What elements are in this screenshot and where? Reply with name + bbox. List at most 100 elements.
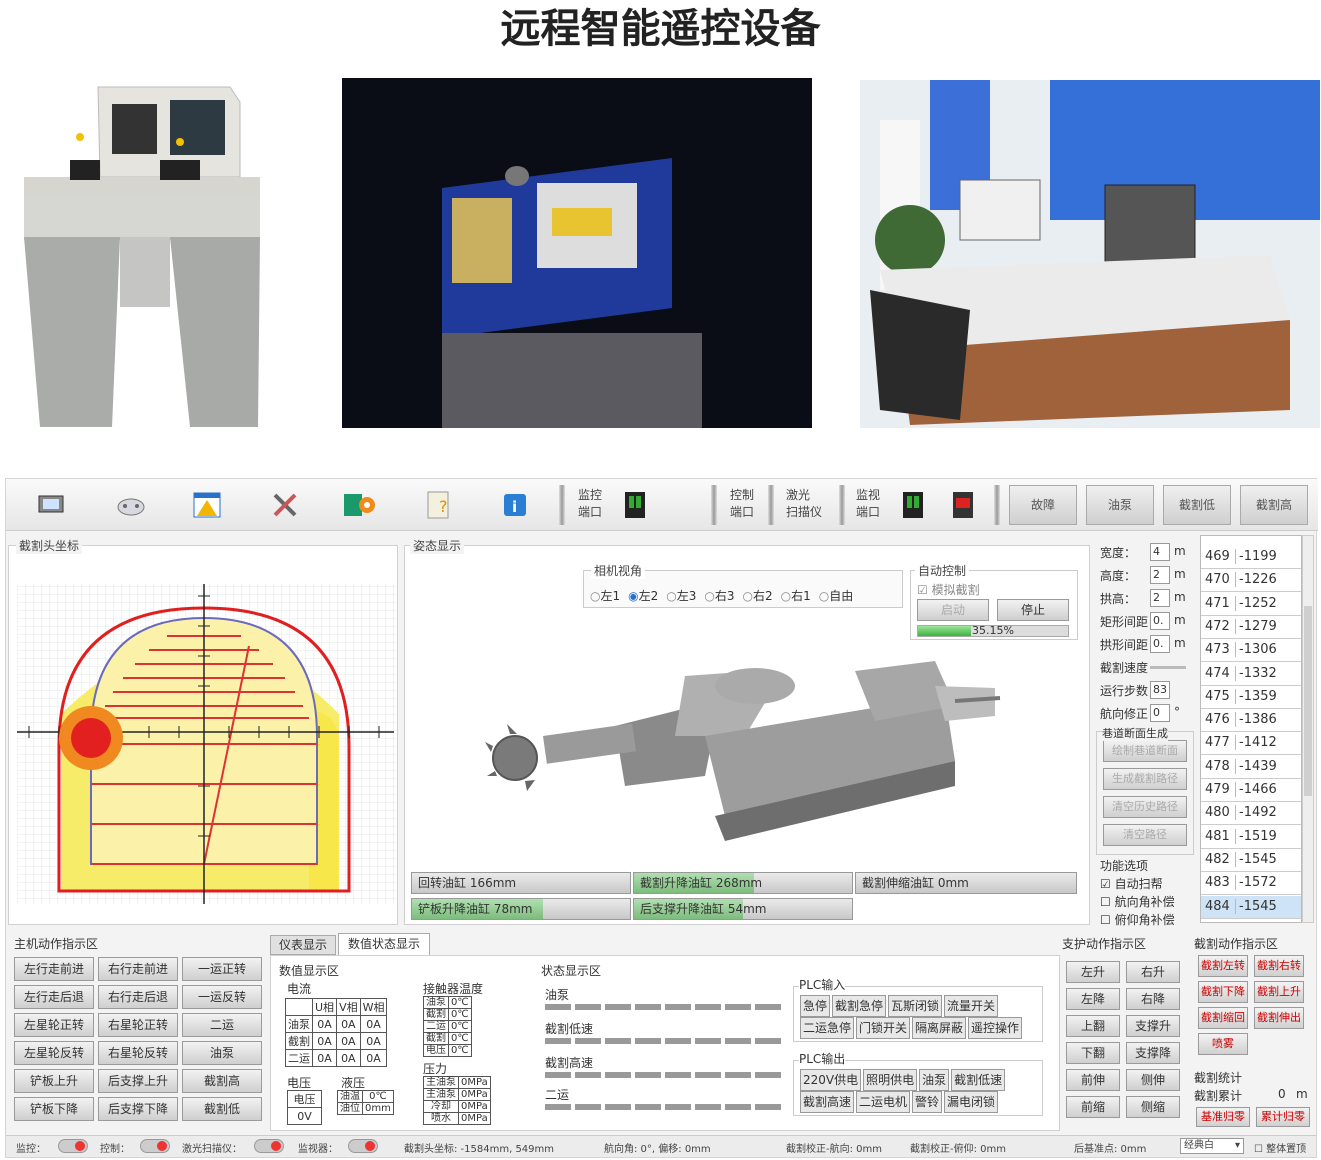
param-input[interactable]: 0 bbox=[1150, 704, 1170, 722]
param-input[interactable]: 83 bbox=[1150, 681, 1170, 699]
list-item[interactable]: 481 -1519 bbox=[1201, 826, 1301, 849]
camera-radio[interactable]: ○右2 bbox=[743, 587, 773, 604]
main-action-button[interactable]: 铲板上升 bbox=[14, 1069, 94, 1093]
monitor-icon[interactable] bbox=[34, 489, 68, 521]
main-action-button[interactable]: 右星轮反转 bbox=[98, 1041, 178, 1065]
monitor-toggle[interactable] bbox=[58, 1139, 88, 1153]
help-doc-icon[interactable]: ? bbox=[422, 489, 456, 521]
main-action-button[interactable]: 油泵 bbox=[182, 1041, 262, 1065]
func-option-checkbox[interactable]: ☐ 俯仰角补偿 bbox=[1100, 911, 1175, 928]
list-item[interactable]: 477 -1412 bbox=[1201, 732, 1301, 756]
param-input[interactable]: 2 bbox=[1150, 566, 1170, 584]
list-scrollbar[interactable] bbox=[1302, 535, 1314, 923]
param-input[interactable]: 4 bbox=[1150, 543, 1170, 561]
camera-radio[interactable]: ○自由 bbox=[819, 587, 854, 604]
viewer-toggle[interactable] bbox=[348, 1139, 378, 1153]
stop-button[interactable]: 停止 bbox=[997, 599, 1069, 621]
main-action-button[interactable]: 右行走后退 bbox=[98, 985, 178, 1009]
cut-action-button[interactable]: 截割缩回 bbox=[1198, 1007, 1248, 1029]
main-action-button[interactable]: 左星轮反转 bbox=[14, 1041, 94, 1065]
main-action-button[interactable]: 右行走前进 bbox=[98, 957, 178, 981]
main-action-button[interactable]: 铲板下降 bbox=[14, 1097, 94, 1121]
support-action-button[interactable]: 侧缩 bbox=[1126, 1096, 1180, 1118]
main-action-button[interactable]: 后支撑下降 bbox=[98, 1097, 178, 1121]
support-action-button[interactable]: 前伸 bbox=[1066, 1069, 1120, 1091]
gamepad-icon[interactable] bbox=[114, 489, 148, 521]
func-option-checkbox[interactable]: ☑ 自动扫帮 bbox=[1100, 875, 1163, 892]
reset-total-button[interactable]: 累计归零 bbox=[1256, 1107, 1310, 1127]
tab-instruments[interactable]: 仪表显示 bbox=[270, 935, 336, 955]
cut-action-button[interactable]: 截割左转 bbox=[1198, 955, 1248, 977]
start-button[interactable]: 启动 bbox=[917, 599, 989, 621]
calibrate-button[interactable]: 基准归零 bbox=[1196, 1107, 1250, 1127]
warning-window-icon[interactable] bbox=[190, 489, 224, 521]
support-action-button[interactable]: 右降 bbox=[1126, 988, 1180, 1010]
cut-low-button[interactable]: 截割低 bbox=[1163, 485, 1231, 525]
main-action-button[interactable]: 一运正转 bbox=[182, 957, 262, 981]
camera-radio[interactable]: ○左1 bbox=[590, 587, 620, 604]
top-most-checkbox[interactable]: ☐ 整体置顶 bbox=[1254, 1140, 1306, 1155]
support-action-button[interactable]: 支撑降 bbox=[1126, 1042, 1180, 1064]
camera-radio[interactable]: ◉左2 bbox=[628, 587, 658, 604]
cut-action-button[interactable]: 截割伸出 bbox=[1254, 1007, 1304, 1029]
list-item[interactable]: 475 -1359 bbox=[1201, 686, 1301, 709]
control-toggle[interactable] bbox=[140, 1139, 170, 1153]
cut-speed-slider[interactable] bbox=[1150, 666, 1186, 669]
list-item[interactable]: 474 -1332 bbox=[1201, 663, 1301, 686]
list-item[interactable]: 482 -1545 bbox=[1201, 849, 1301, 872]
func-option-checkbox[interactable]: ☐ 航向角补偿 bbox=[1100, 893, 1175, 910]
list-item[interactable]: 480 -1492 bbox=[1201, 802, 1301, 826]
laser-toggle[interactable] bbox=[254, 1139, 284, 1153]
cut-high-button[interactable]: 截割高 bbox=[1240, 485, 1308, 525]
main-action-button[interactable]: 左星轮正转 bbox=[14, 1013, 94, 1037]
support-action-button[interactable]: 左升 bbox=[1066, 961, 1120, 983]
oil-pump-button[interactable]: 油泵 bbox=[1086, 485, 1154, 525]
main-action-button[interactable]: 右星轮正转 bbox=[98, 1013, 178, 1037]
support-action-button[interactable]: 右升 bbox=[1126, 961, 1180, 983]
theme-select[interactable]: 经典白 ▾ bbox=[1180, 1138, 1244, 1154]
support-action-button[interactable]: 支撑升 bbox=[1126, 1015, 1180, 1037]
list-item[interactable]: 469 -1199 bbox=[1201, 546, 1301, 569]
list-item[interactable]: 483 -1572 bbox=[1201, 872, 1301, 896]
param-input[interactable]: 2 bbox=[1150, 589, 1170, 607]
cut-action-button[interactable]: 截割上升 bbox=[1254, 981, 1304, 1003]
support-action-button[interactable]: 上翻 bbox=[1066, 1015, 1120, 1037]
cut-action-button[interactable]: 截割下降 bbox=[1198, 981, 1248, 1003]
main-action-button[interactable]: 左行走后退 bbox=[14, 985, 94, 1009]
section-action-button[interactable]: 清空路径 bbox=[1103, 824, 1187, 846]
sim-cut-checkbox[interactable]: ☑ 模拟截割 bbox=[917, 581, 980, 598]
main-action-button[interactable]: 一运反转 bbox=[182, 985, 262, 1009]
settings-book-icon[interactable] bbox=[342, 489, 376, 521]
tab-numeric-status[interactable]: 数值状态显示 bbox=[338, 933, 430, 955]
section-action-button[interactable]: 清空历史路径 bbox=[1103, 796, 1187, 818]
port-icon[interactable] bbox=[618, 489, 652, 521]
support-action-button[interactable]: 侧伸 bbox=[1126, 1069, 1180, 1091]
cut-action-button[interactable]: 截割右转 bbox=[1254, 955, 1304, 977]
tools-icon[interactable] bbox=[268, 489, 302, 521]
list-item[interactable]: 478 -1439 bbox=[1201, 756, 1301, 779]
cut-action-button[interactable]: 喷雾 bbox=[1198, 1033, 1248, 1055]
main-action-button[interactable]: 左行走前进 bbox=[14, 957, 94, 981]
list-item[interactable]: 479 -1466 bbox=[1201, 779, 1301, 802]
list-item[interactable]: 484 -1545 bbox=[1201, 895, 1301, 919]
info-icon[interactable]: i bbox=[498, 489, 532, 521]
section-action-button[interactable]: 绘制巷道断面 bbox=[1103, 740, 1187, 762]
main-action-button[interactable]: 二运 bbox=[182, 1013, 262, 1037]
camera-radio[interactable]: ○左3 bbox=[666, 587, 696, 604]
support-action-button[interactable]: 前缩 bbox=[1066, 1096, 1120, 1118]
param-input[interactable]: 0. bbox=[1150, 612, 1170, 630]
param-input[interactable]: 0. bbox=[1150, 635, 1170, 653]
fault-button[interactable]: 故障 bbox=[1009, 485, 1077, 525]
support-action-button[interactable]: 左降 bbox=[1066, 988, 1120, 1010]
emergency-stop-icon[interactable] bbox=[946, 489, 980, 521]
list-item[interactable]: 472 -1279 bbox=[1201, 616, 1301, 639]
main-action-button[interactable]: 后支撑上升 bbox=[98, 1069, 178, 1093]
port-icon[interactable] bbox=[896, 489, 930, 521]
main-action-button[interactable]: 截割高 bbox=[182, 1069, 262, 1093]
camera-radio[interactable]: ○右1 bbox=[781, 587, 811, 604]
camera-radio[interactable]: ○右3 bbox=[704, 587, 734, 604]
list-item[interactable]: 473 -1306 bbox=[1201, 639, 1301, 663]
list-item[interactable]: 470 -1226 bbox=[1201, 569, 1301, 593]
list-item[interactable]: 471 -1252 bbox=[1201, 593, 1301, 616]
section-action-button[interactable]: 生成截割路径 bbox=[1103, 768, 1187, 790]
